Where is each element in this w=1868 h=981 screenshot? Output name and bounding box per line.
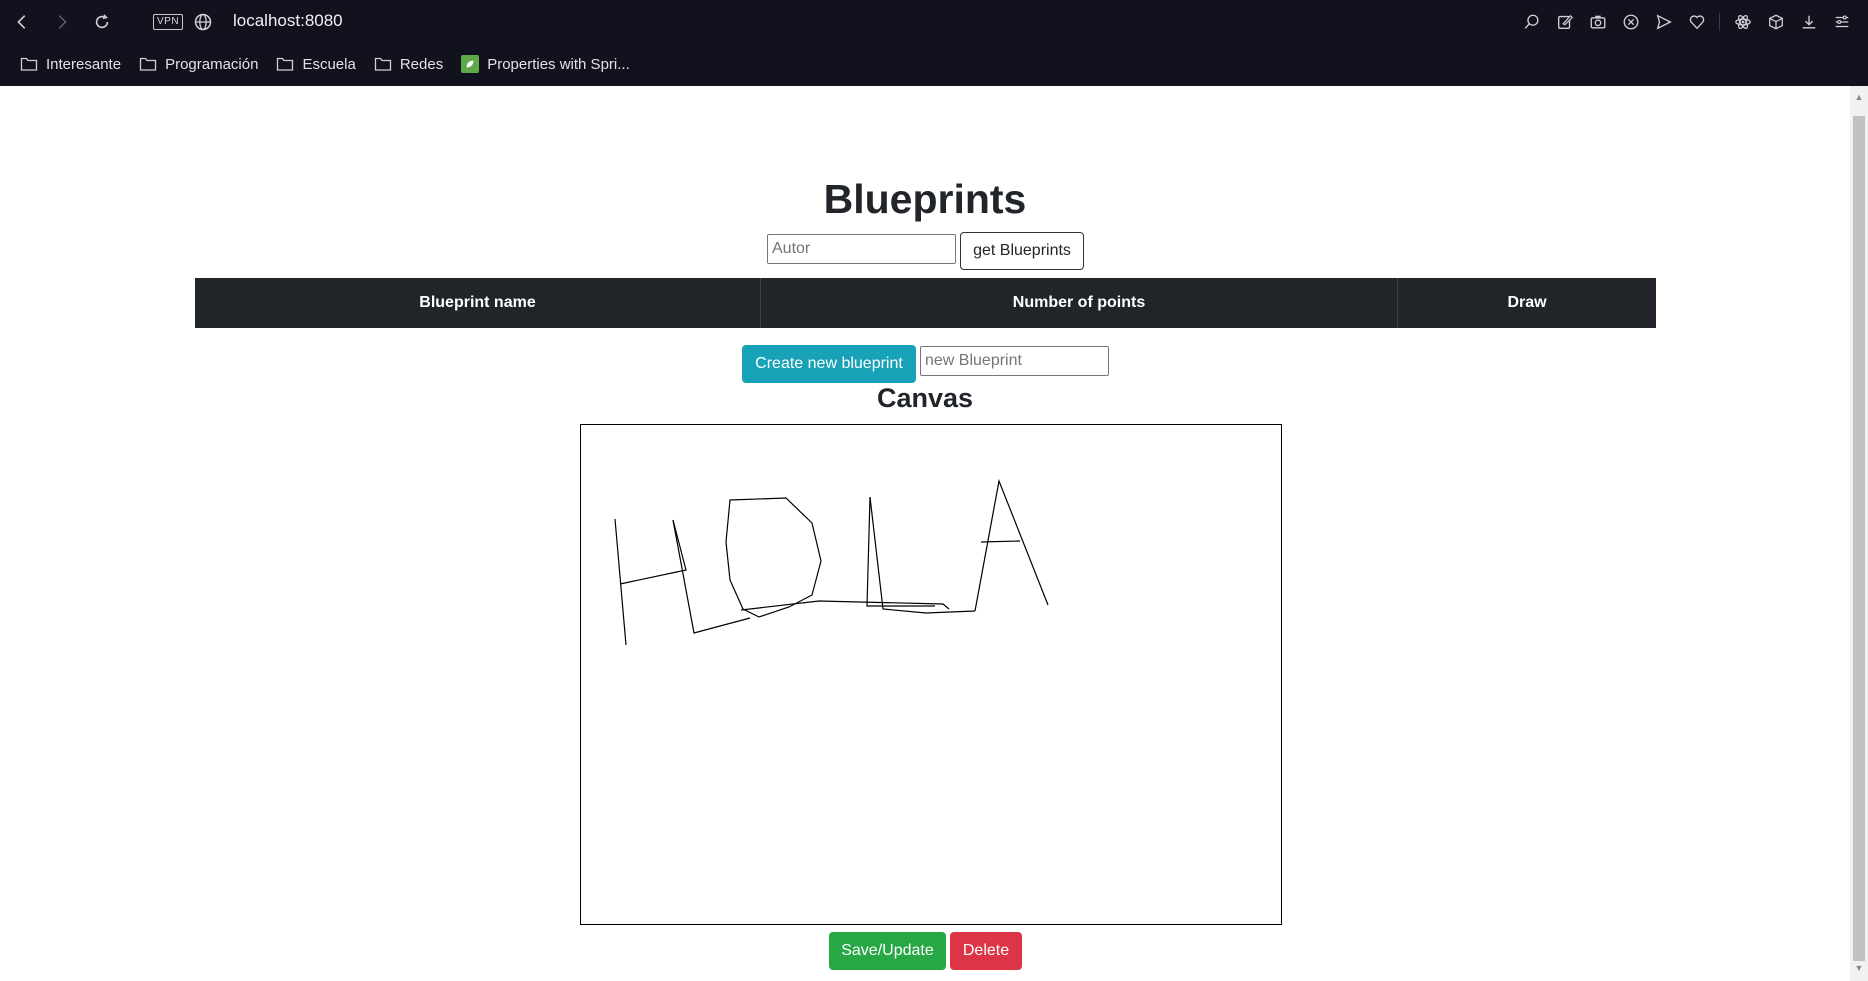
browser-chrome: VPN localhost:8080 Interesante Programac…: [0, 0, 1868, 86]
spring-leaf-icon: [461, 55, 480, 73]
column-header-draw: Draw: [1507, 294, 1547, 311]
drawn-stroke-a: [980, 540, 1021, 543]
bookmark-escuela[interactable]: Escuela: [276, 55, 356, 73]
scroll-up-icon[interactable]: ▲: [1854, 92, 1864, 102]
bookmarks-bar: Interesante Programación Escuela Redes P…: [0, 50, 1868, 78]
drawn-stroke-h: [614, 518, 627, 646]
scrollbar-thumb[interactable]: [1853, 116, 1865, 961]
column-header-number-of-points: Number of points: [761, 278, 1398, 328]
download-icon[interactable]: [1792, 10, 1825, 34]
bookmark-label: Interesante: [46, 55, 122, 73]
atom-icon[interactable]: [1726, 10, 1759, 34]
folder-icon: [139, 57, 157, 71]
vpn-badge[interactable]: VPN: [153, 14, 184, 30]
page-scrollbar[interactable]: ▲ ▼: [1850, 86, 1868, 981]
bookmark-redes[interactable]: Redes: [374, 56, 443, 73]
bookmark-properties-spring[interactable]: Properties with Spri...: [461, 55, 630, 73]
new-blueprint-input[interactable]: [920, 346, 1109, 376]
search-icon[interactable]: [1515, 10, 1548, 34]
browser-toolbar: VPN localhost:8080: [0, 0, 1868, 44]
drawn-stroke-a: [974, 478, 1049, 612]
create-blueprint-button[interactable]: Create new blueprint: [742, 345, 916, 383]
bookmark-label: Escuela: [302, 55, 356, 73]
close-circle-icon[interactable]: [1614, 10, 1647, 34]
drawing-canvas[interactable]: [580, 424, 1282, 925]
heart-icon[interactable]: [1680, 10, 1713, 34]
page-content: Blueprints get Blueprints Blueprint name…: [0, 86, 1850, 981]
drawn-stroke-h: [672, 519, 751, 634]
blueprints-table-header: Blueprint name Number of points Draw: [195, 278, 1656, 328]
canvas-title: Canvas: [876, 383, 974, 413]
scroll-down-icon[interactable]: ▼: [1854, 963, 1864, 973]
box-icon[interactable]: [1759, 10, 1792, 34]
autor-input[interactable]: [767, 234, 956, 264]
drawn-stroke-h: [619, 519, 687, 585]
save-update-button[interactable]: Save/Update: [829, 932, 946, 970]
folder-icon: [277, 57, 294, 71]
send-icon[interactable]: [1647, 10, 1680, 34]
back-icon[interactable]: [10, 10, 34, 34]
bookmark-interesante[interactable]: Interesante: [20, 56, 121, 73]
globe-icon[interactable]: [193, 12, 213, 32]
address-bar[interactable]: localhost:8080: [233, 11, 343, 31]
forward-icon[interactable]: [50, 10, 74, 34]
folder-icon: [374, 57, 391, 71]
edit-icon[interactable]: [1548, 10, 1581, 34]
page-title: Blueprints: [823, 176, 1027, 222]
drawn-stroke-l: [869, 496, 976, 614]
get-blueprints-button[interactable]: get Blueprints: [960, 232, 1084, 270]
bookmark-label: Programación: [165, 55, 259, 73]
canvas-drawing-hola: [614, 478, 1049, 646]
bookmark-label: Properties with Spri...: [487, 55, 630, 73]
bookmark-label: Redes: [399, 55, 444, 73]
bookmark-programacion[interactable]: Programación: [139, 56, 258, 73]
delete-button[interactable]: Delete: [950, 932, 1022, 970]
menu-icon[interactable]: [1825, 10, 1858, 34]
camera-icon[interactable]: [1581, 10, 1614, 34]
drawn-stroke-l: [866, 496, 935, 607]
reload-icon[interactable]: [90, 10, 114, 34]
column-header-blueprint-name: Blueprint name: [195, 278, 761, 328]
toolbar-separator: [1719, 13, 1720, 31]
browser-extensions: [1515, 10, 1858, 34]
drawn-stroke-o: [725, 497, 822, 618]
folder-icon: [20, 57, 38, 71]
